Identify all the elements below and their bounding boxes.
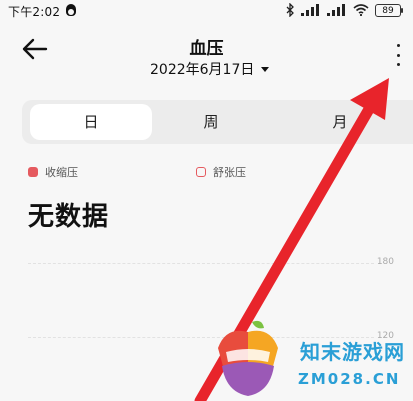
caret-down-icon bbox=[261, 66, 270, 72]
no-data-text: 无数据 bbox=[28, 202, 110, 232]
date-label: 2022年6月17日 bbox=[150, 62, 255, 78]
tab-month[interactable]: 月 bbox=[280, 104, 400, 140]
signal-icon bbox=[301, 4, 319, 16]
legend-systolic-label: 收缩压 bbox=[45, 166, 78, 179]
watermark-url: ZM028.CN bbox=[298, 370, 401, 388]
app-header: 血压 2022年6月17日 bbox=[0, 22, 413, 90]
status-bar: 下午2:02 89 bbox=[0, 0, 413, 22]
legend-diastolic: 舒张压 bbox=[196, 164, 246, 180]
chart-legend: 收缩压 舒张压 bbox=[28, 164, 388, 182]
diastolic-swatch bbox=[196, 167, 206, 177]
wifi-icon bbox=[353, 4, 369, 16]
period-tabs: 日 周 月 bbox=[22, 100, 413, 144]
page-title: 血压 bbox=[189, 39, 224, 59]
date-selector[interactable]: 2022年6月17日 bbox=[150, 59, 270, 79]
tab-day[interactable]: 日 bbox=[30, 104, 152, 140]
legend-diastolic-label: 舒张压 bbox=[213, 166, 246, 179]
bluetooth-icon bbox=[286, 3, 294, 17]
status-icons: 89 bbox=[286, 2, 403, 18]
legend-systolic: 收缩压 bbox=[28, 164, 78, 180]
systolic-swatch bbox=[28, 167, 38, 177]
more-options-icon[interactable] bbox=[391, 44, 405, 66]
tick-label-180: 180 bbox=[376, 257, 394, 267]
grid-line-top bbox=[28, 263, 374, 264]
qq-notification-icon bbox=[66, 4, 76, 16]
tab-week[interactable]: 周 bbox=[150, 104, 272, 140]
status-time: 下午2:02 bbox=[8, 5, 61, 19]
watermark: 知末游戏网 ZM028.CN bbox=[212, 318, 410, 398]
watermark-name: 知末游戏网 bbox=[300, 340, 405, 364]
watermark-logo-icon bbox=[218, 320, 278, 396]
signal-icon-2 bbox=[327, 4, 345, 16]
battery-indicator: 89 bbox=[375, 3, 403, 17]
